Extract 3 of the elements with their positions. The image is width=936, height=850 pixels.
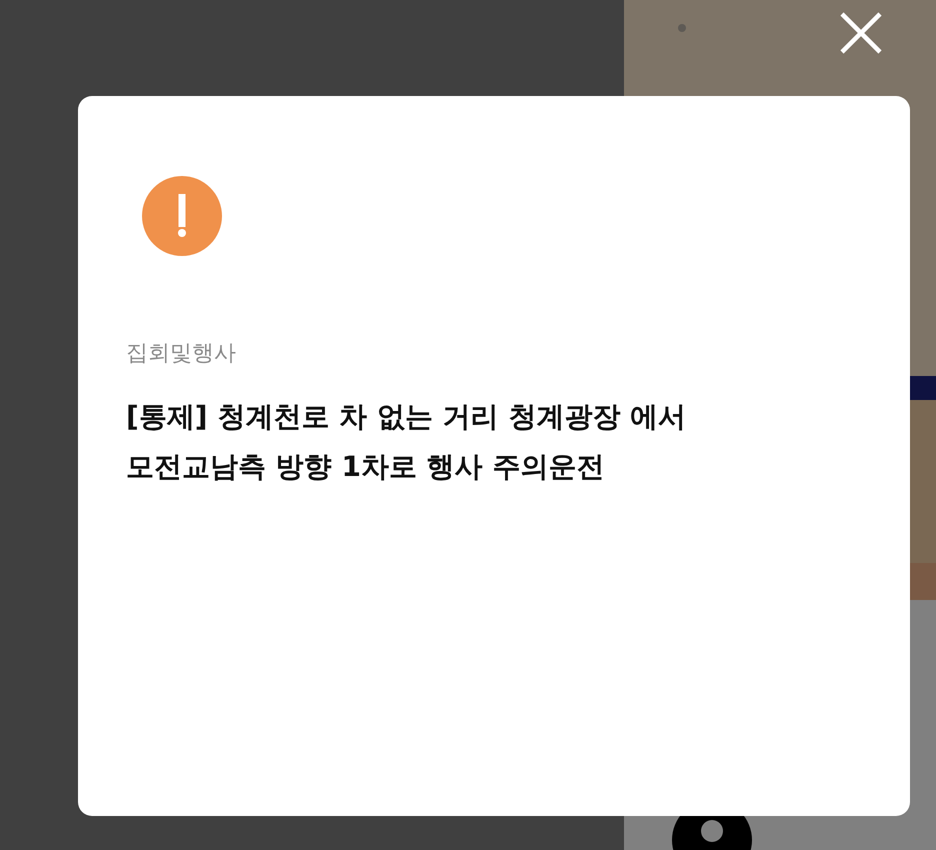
warning-icon [142, 176, 222, 256]
category-label: 집회및행사 [126, 340, 237, 368]
notice-title: [통제] 청계천로 차 없는 거리 청계광장 에서 모전교남측 방향 1차로 행사 주의운전 [126, 399, 688, 485]
